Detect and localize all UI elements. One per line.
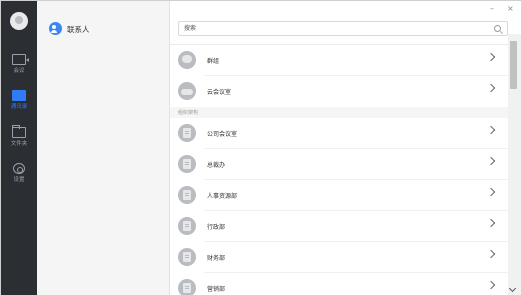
cloud-icon	[178, 82, 196, 100]
gear-icon	[13, 163, 25, 174]
nav-item-label: 会议	[13, 68, 25, 74]
nav-item-meeting[interactable]: 会议	[1, 54, 37, 84]
close-button[interactable]: ×	[507, 4, 514, 13]
list-item-department[interactable]: 行政部	[170, 211, 508, 242]
nav-item-label: 设置	[13, 177, 25, 183]
scrollbar-thumb[interactable]	[510, 41, 517, 89]
list-item-department[interactable]: 营销部	[170, 273, 508, 295]
nav-item-contacts[interactable]: 通讯录	[1, 90, 37, 120]
nav-item-label: 文件夹	[10, 141, 28, 147]
department-icon	[178, 279, 196, 295]
sidebar-item-contacts[interactable]: 联系人	[37, 21, 169, 39]
chevron-right-icon	[486, 83, 496, 93]
department-icon	[178, 155, 196, 173]
scroll-down-icon[interactable]	[508, 284, 517, 293]
scrollbar[interactable]	[508, 34, 521, 295]
department-icon	[178, 186, 196, 204]
app-window: 会议 通讯录 文件夹 设置 联系人 – × 搜索 群组 云会议室 组织架构 公司…	[0, 0, 521, 295]
group-icon	[178, 51, 196, 69]
chevron-right-icon	[486, 249, 496, 259]
section-title: 组织架构	[178, 110, 199, 116]
nav-item-label: 通讯录	[10, 104, 28, 110]
sidebar-item-label: 联系人	[67, 25, 90, 34]
folder-icon	[12, 125, 26, 138]
department-icon	[178, 248, 196, 266]
contacts-icon	[49, 22, 62, 35]
list-item-label: 行政部	[207, 224, 226, 231]
chevron-right-icon	[486, 125, 496, 135]
chevron-right-icon	[486, 187, 496, 197]
contact-list: 群组 云会议室 组织架构 公司会议室 总裁办 人事资源部 行政部 财务部 营销部	[170, 45, 508, 295]
section-header-org: 组织架构	[170, 107, 508, 118]
nav-item-settings[interactable]: 设置	[1, 163, 37, 193]
list-item-department[interactable]: 财务部	[170, 242, 508, 273]
chevron-right-icon	[486, 218, 496, 228]
video-camera-icon	[12, 54, 29, 65]
list-item-groups[interactable]: 群组	[170, 45, 508, 76]
nav-rail: 会议 通讯录 文件夹 设置	[1, 1, 37, 295]
list-item-label: 公司会议室	[207, 131, 238, 138]
list-item-label: 群组	[207, 58, 220, 65]
address-book-icon	[12, 90, 26, 101]
department-icon	[178, 217, 196, 235]
department-icon	[178, 124, 196, 142]
list-item-department[interactable]: 总裁办	[170, 149, 508, 180]
list-item-label: 财务部	[207, 255, 226, 262]
list-item-label: 云会议室	[207, 89, 232, 96]
search-icon[interactable]	[494, 25, 501, 32]
list-item-label: 总裁办	[207, 162, 226, 169]
minimize-button[interactable]: –	[490, 4, 494, 13]
nav-item-folder[interactable]: 文件夹	[1, 125, 37, 157]
list-item-cloud-meeting[interactable]: 云会议室	[170, 76, 508, 107]
contacts-sidebar: 联系人	[37, 1, 170, 295]
chevron-right-icon	[486, 280, 496, 290]
list-item-department[interactable]: 人事资源部	[170, 180, 508, 211]
list-item-label: 人事资源部	[207, 193, 238, 200]
list-item-label: 营销部	[207, 286, 226, 293]
chevron-right-icon	[486, 156, 496, 166]
main-panel: – × 群组 云会议室 组织架构 公司会议室	[170, 1, 521, 295]
list-item-department[interactable]: 公司会议室	[170, 118, 508, 149]
user-avatar[interactable]	[10, 12, 28, 30]
search-box[interactable]	[178, 21, 508, 36]
chevron-right-icon	[486, 52, 496, 62]
search-input[interactable]	[184, 23, 484, 34]
